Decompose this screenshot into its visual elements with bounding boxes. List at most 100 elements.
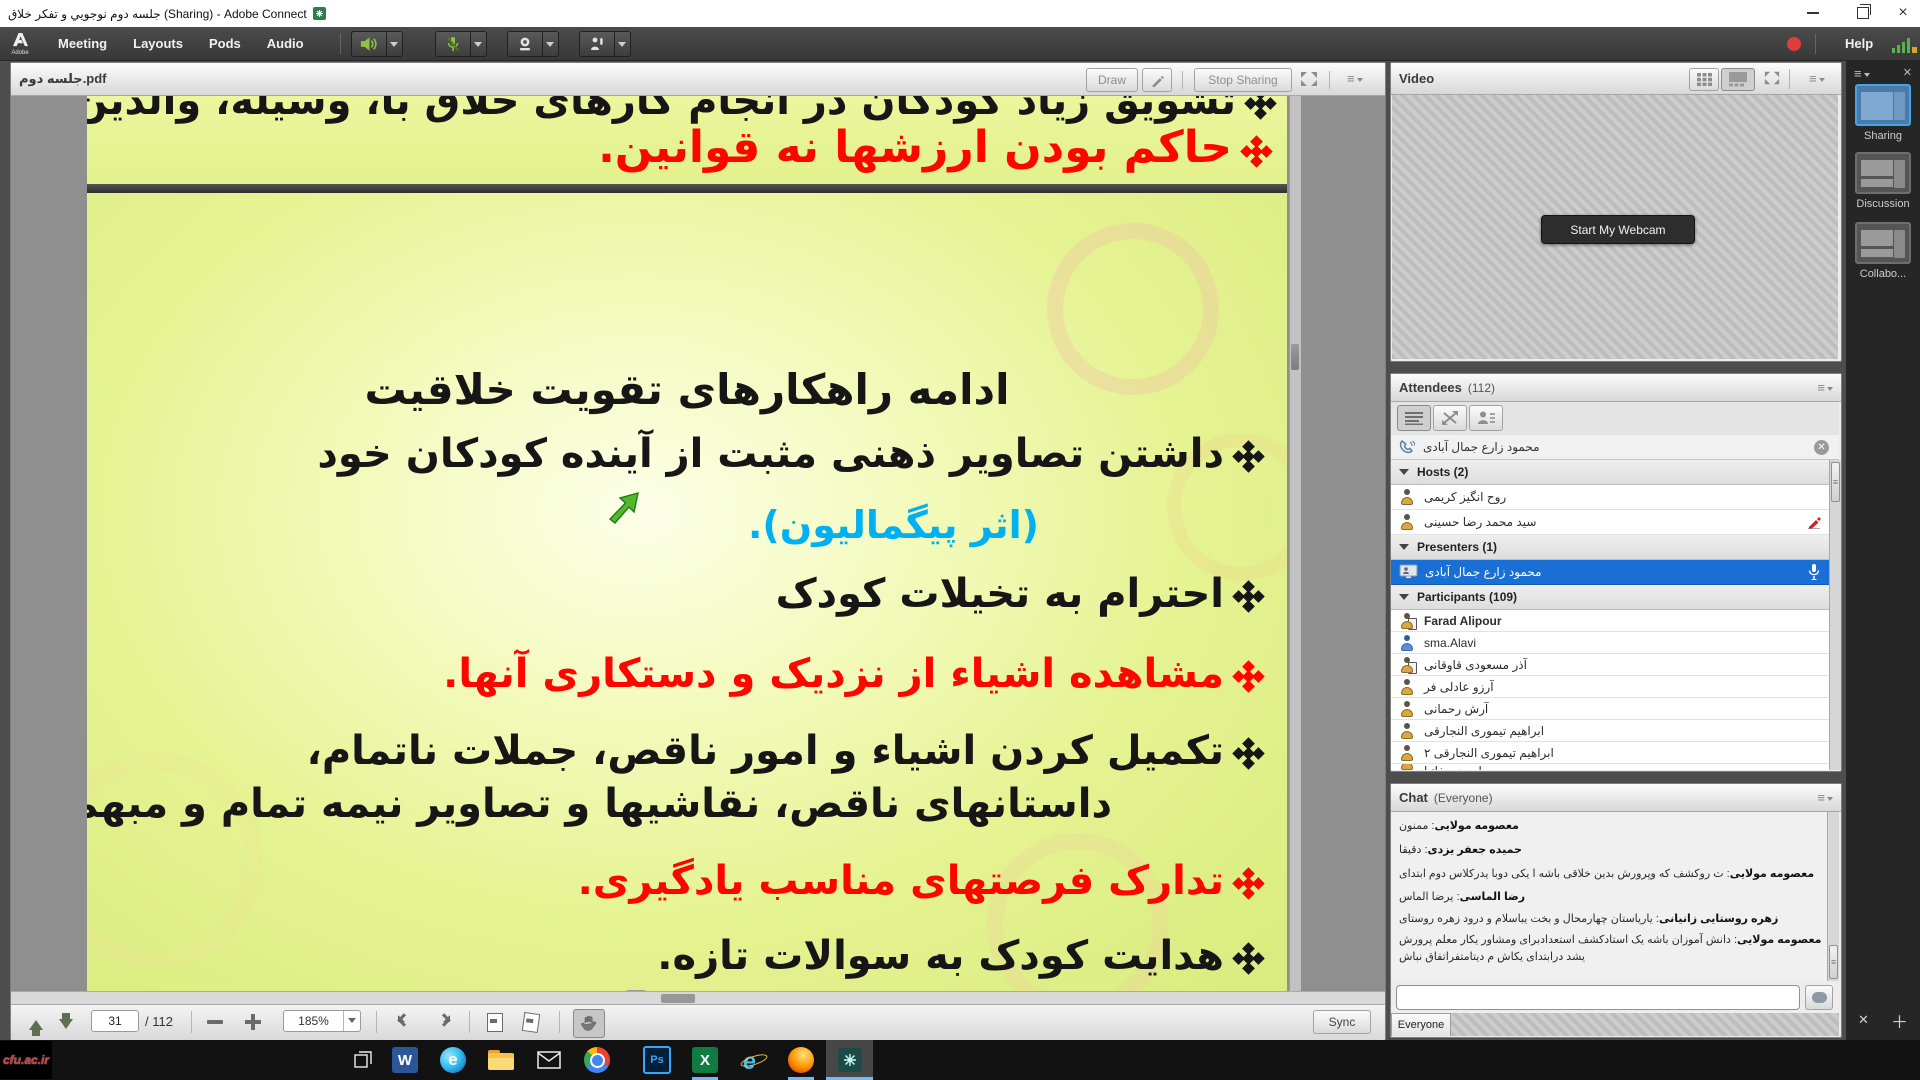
dismiss-active-speaker-icon[interactable]: ✕: [1814, 440, 1829, 455]
layout-delete-icon[interactable]: ✕: [1858, 1012, 1869, 1028]
attendee-row[interactable]: آذر مسعودی قاوقانی: [1391, 654, 1829, 676]
chat-tab-everyone[interactable]: Everyone: [1391, 1013, 1451, 1036]
taskbar-edge[interactable]: e: [430, 1040, 476, 1080]
participants-section-header[interactable]: Participants (109): [1391, 585, 1841, 610]
taskbar-chrome[interactable]: [574, 1040, 620, 1080]
menu-meeting[interactable]: Meeting: [58, 36, 107, 51]
chat-send-button[interactable]: [1805, 985, 1833, 1010]
pan-tool-button[interactable]: [573, 1009, 605, 1038]
taskbar-adobe-connect-active[interactable]: [826, 1040, 873, 1080]
chat-scroll-thumb[interactable]: ≡: [1829, 945, 1838, 979]
speaker-options-dropdown[interactable]: [387, 31, 403, 57]
attendees-scrollbar[interactable]: ≡: [1829, 460, 1841, 770]
layout-strip-close-icon[interactable]: ✕: [1903, 66, 1912, 79]
attendee-row[interactable]: احمد صفانیا: [1391, 764, 1829, 770]
slide-line: هدایت کودک به سوالات تازه.: [657, 933, 1269, 979]
sync-button[interactable]: Sync: [1313, 1010, 1371, 1034]
menu-audio[interactable]: Audio: [267, 36, 304, 51]
taskbar-internet-explorer[interactable]: e: [730, 1040, 776, 1080]
grid-view-icon: [1697, 73, 1712, 86]
close-button[interactable]: ×: [1880, 0, 1920, 26]
recording-indicator-icon: [1787, 37, 1801, 51]
slide-title: ادامه راهکارهای تقویت خلاقیت: [87, 365, 1287, 414]
taskbar-word[interactable]: W: [382, 1040, 428, 1080]
minimize-button[interactable]: [1790, 0, 1836, 26]
presenter-row-selected[interactable]: محمود زارع جمال آبادی: [1391, 560, 1829, 585]
layout-sharing-thumbnail[interactable]: [1855, 84, 1911, 126]
attendee-row[interactable]: ابراهیم تیموری النجارقی ۲: [1391, 742, 1829, 764]
filmstrip-view-icon: [1728, 72, 1748, 87]
taskbar-mail[interactable]: [526, 1040, 572, 1080]
status-options-dropdown[interactable]: [615, 31, 631, 57]
attendee-row[interactable]: sma.Alavi: [1391, 632, 1829, 654]
speaker-button[interactable]: [351, 31, 387, 57]
start-button[interactable]: cfu.ac.ir: [0, 1041, 52, 1079]
zoom-out-button[interactable]: [207, 1020, 223, 1024]
attendee-row[interactable]: سید محمد رضا حسینی: [1391, 510, 1829, 535]
hosts-section-header[interactable]: Hosts (2): [1391, 460, 1841, 485]
layout-strip-menu-icon[interactable]: ≡: [1854, 68, 1870, 80]
layout-discussion-label[interactable]: Discussion: [1846, 198, 1920, 210]
layout-collaboration-label[interactable]: Collabo...: [1846, 268, 1920, 280]
fit-page-button[interactable]: [523, 1013, 539, 1032]
fit-width-button[interactable]: [487, 1013, 503, 1032]
layout-sharing-label[interactable]: Sharing: [1846, 130, 1920, 142]
attendee-row[interactable]: روح انگیز کریمی: [1391, 485, 1829, 510]
vertical-scroll-thumb[interactable]: [1291, 344, 1299, 370]
attendee-row[interactable]: آرزو عادلی فر: [1391, 676, 1829, 698]
layout-collaboration-thumbnail[interactable]: [1855, 222, 1911, 264]
chat-pod-menu-icon[interactable]: ≡: [1817, 792, 1833, 804]
horizontal-scroll-thumb[interactable]: [661, 994, 695, 1003]
page-number-input[interactable]: 31: [91, 1010, 139, 1032]
participant-icon: [1399, 745, 1416, 761]
zoom-in-button[interactable]: [245, 1014, 261, 1030]
redo-button[interactable]: [431, 1012, 453, 1037]
layout-add-icon[interactable]: ＋: [1891, 1008, 1908, 1033]
webcam-button[interactable]: [507, 31, 543, 57]
video-fullscreen-button[interactable]: [1763, 70, 1781, 91]
layout-discussion-thumbnail[interactable]: [1855, 152, 1911, 194]
attendee-row[interactable]: ابراهیم تیموری النجارقی: [1391, 720, 1829, 742]
presenters-section-header[interactable]: Presenters (1): [1391, 535, 1841, 560]
chat-input[interactable]: [1396, 985, 1800, 1010]
stop-sharing-button[interactable]: Stop Sharing: [1194, 68, 1292, 92]
previous-page-button[interactable]: [29, 1013, 43, 1036]
pdf-slide: تشویق زیاد کودکان در انجام کارهای خلاق ب…: [87, 96, 1287, 991]
draw-button[interactable]: Draw: [1086, 68, 1138, 92]
pointer-tool-button[interactable]: [1142, 68, 1172, 92]
help-menu[interactable]: Help: [1845, 36, 1873, 51]
attendees-scroll-thumb[interactable]: ≡: [1831, 462, 1840, 502]
microphone-options-dropdown[interactable]: [471, 31, 487, 57]
menu-pods[interactable]: Pods: [209, 36, 241, 51]
video-pod-menu-icon[interactable]: ≡: [1809, 73, 1825, 85]
taskbar-photoshop[interactable]: Ps: [634, 1040, 680, 1080]
fullscreen-button[interactable]: [1299, 70, 1319, 93]
undo-button[interactable]: [395, 1012, 417, 1037]
connection-status-icon[interactable]: [1892, 35, 1917, 53]
next-page-button[interactable]: [59, 1013, 73, 1036]
taskbar-file-explorer[interactable]: [478, 1040, 524, 1080]
taskbar-firefox[interactable]: [778, 1040, 824, 1080]
attendee-row[interactable]: Farad Alipour: [1391, 610, 1829, 632]
chat-scrollbar[interactable]: ≡: [1827, 812, 1839, 981]
task-view-button[interactable]: [340, 1040, 386, 1080]
breakout-view-button[interactable]: [1433, 405, 1467, 431]
share-horizontal-scrollbar[interactable]: [11, 991, 1385, 1005]
attendees-pod-menu-icon[interactable]: ≡: [1817, 382, 1833, 394]
shared-document-title: جلسه دوم.pdf: [19, 71, 107, 87]
set-status-button[interactable]: [579, 31, 615, 57]
video-filmstrip-view-button[interactable]: [1721, 68, 1755, 91]
zoom-level-select[interactable]: 185%: [283, 1010, 361, 1032]
microphone-button[interactable]: [435, 31, 471, 57]
share-vertical-scrollbar[interactable]: [1289, 96, 1301, 991]
attendee-row[interactable]: آرش رحمانی: [1391, 698, 1829, 720]
menu-layouts[interactable]: Layouts: [133, 36, 183, 51]
share-pod-menu-icon[interactable]: ≡: [1347, 73, 1363, 85]
chat-scope: (Everyone): [1434, 791, 1493, 805]
video-grid-view-button[interactable]: [1689, 68, 1719, 91]
taskbar-excel[interactable]: X: [682, 1040, 728, 1080]
webcam-options-dropdown[interactable]: [543, 31, 559, 57]
start-my-webcam-button[interactable]: Start My Webcam: [1541, 215, 1695, 244]
attendee-list-view-button[interactable]: [1397, 405, 1431, 431]
status-view-button[interactable]: [1469, 405, 1503, 431]
